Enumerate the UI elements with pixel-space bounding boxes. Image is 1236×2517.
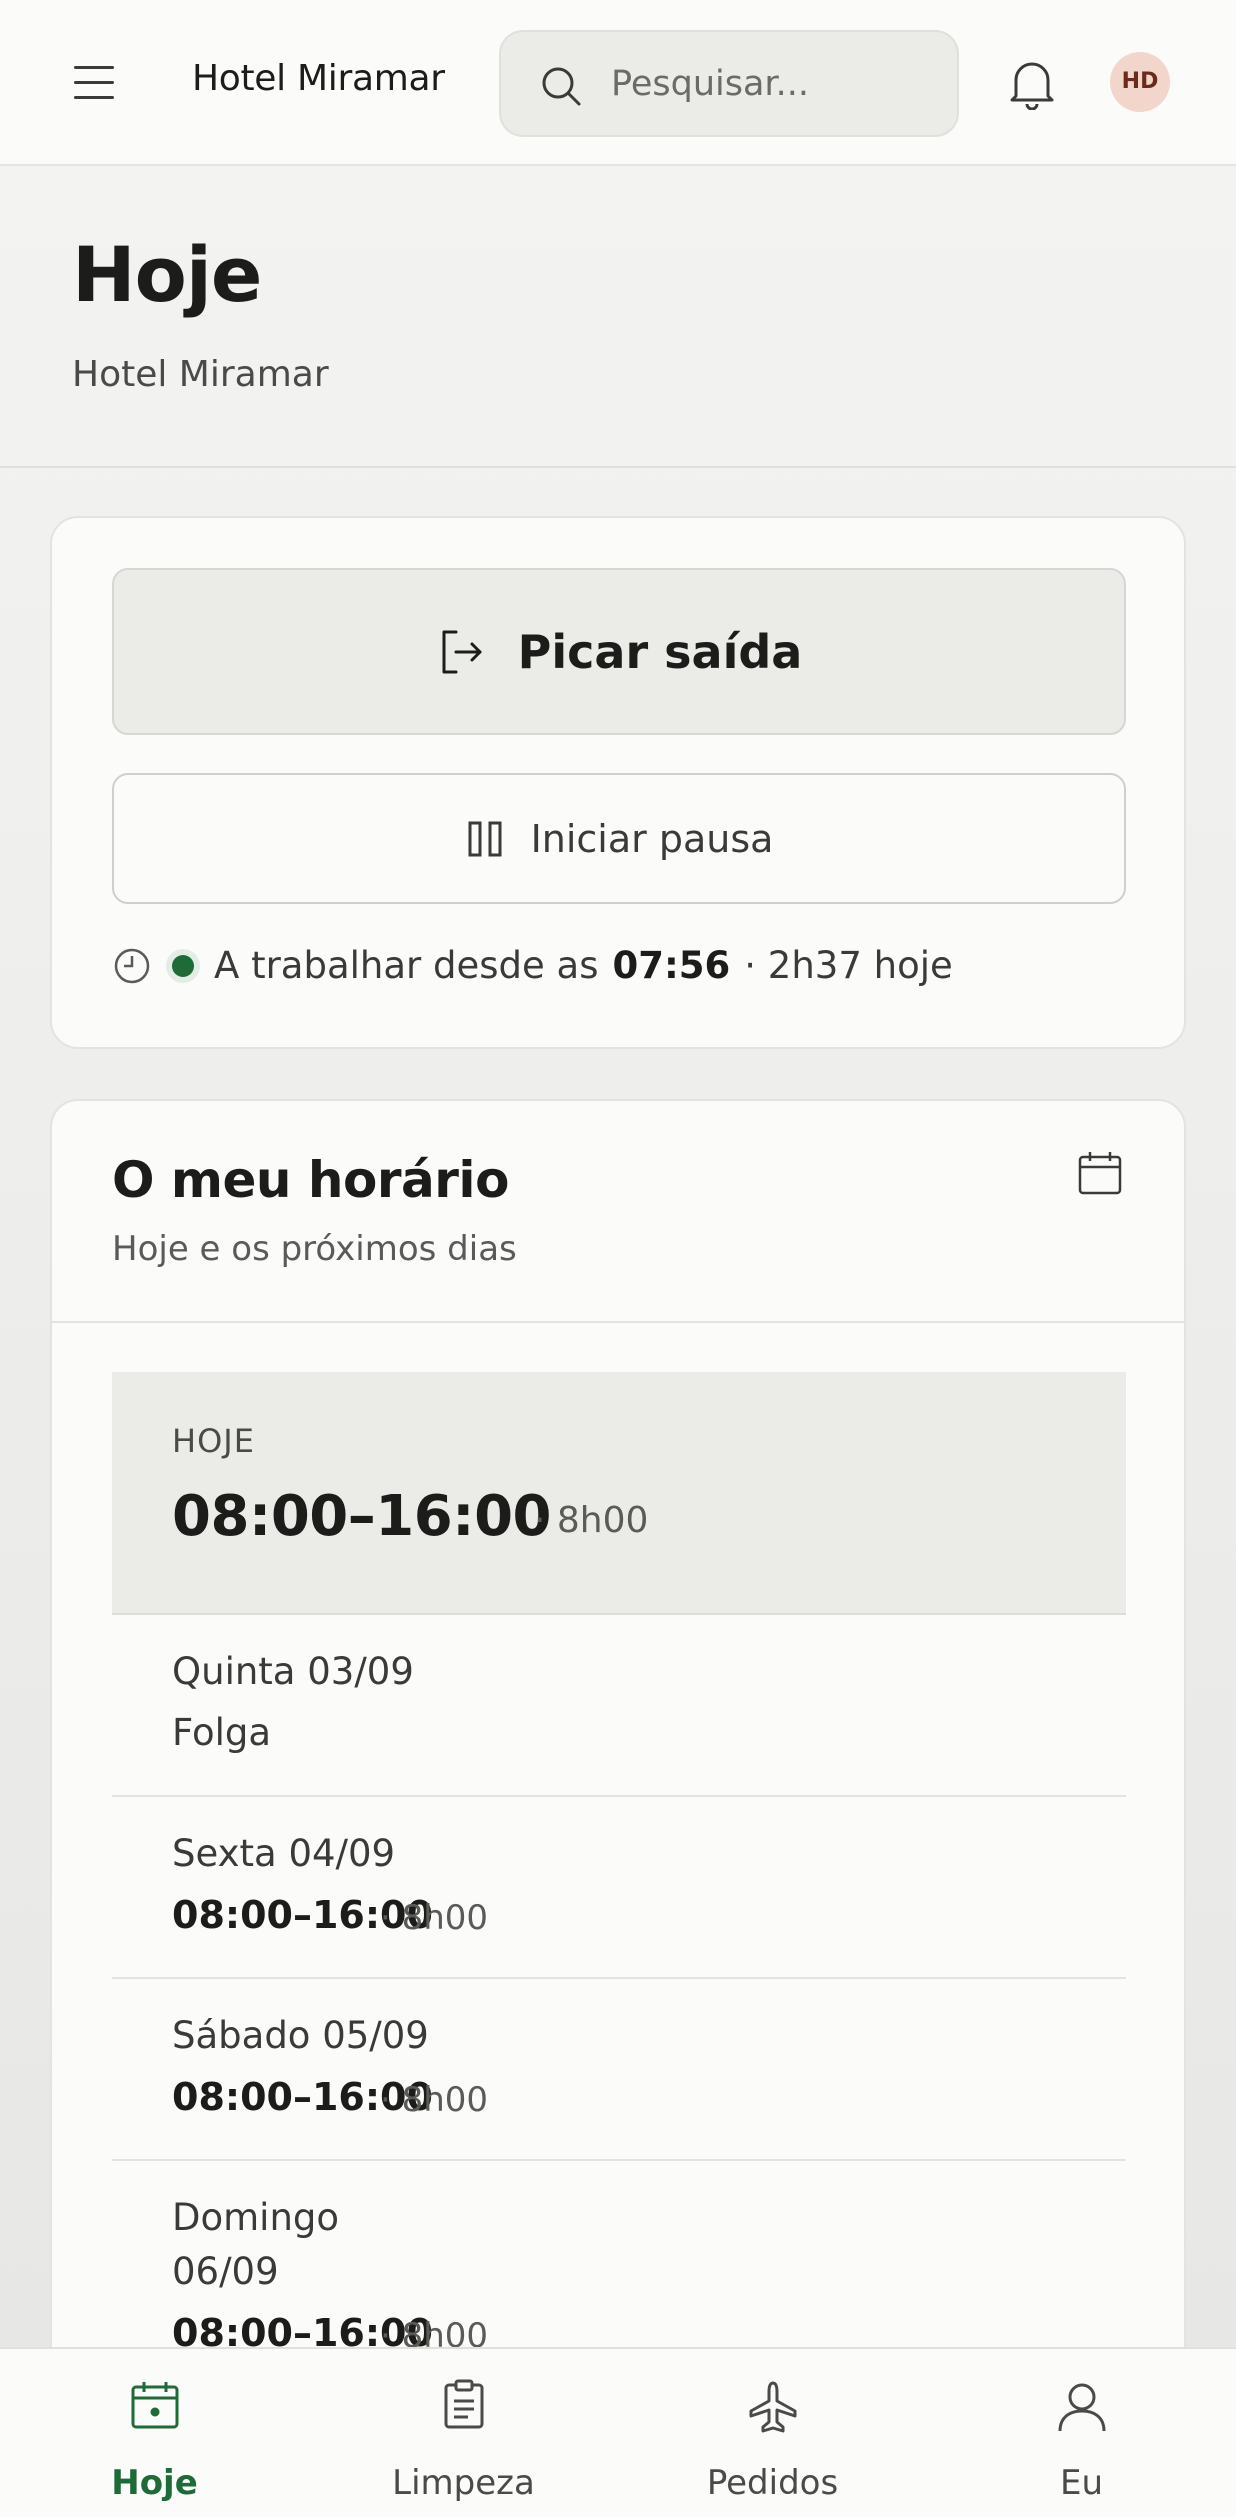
day-name: Sexta 04/09: [172, 1832, 396, 1875]
top-bar: Hotel Miramar Pesquisar... HD: [0, 0, 1236, 166]
schedule-day-row: Sexta 04/09 08:00–16:00 · 8h00: [112, 1797, 1126, 1979]
start-break-button[interactable]: Iniciar pausa: [112, 773, 1126, 904]
nav-label: Hoje: [111, 2463, 198, 2503]
nav-item-requests[interactable]: Pedidos: [618, 2349, 927, 2517]
schedule-today: HOJE 08:00–16:00 · 8h00: [112, 1372, 1126, 1615]
page-title: Hoje: [72, 230, 262, 319]
calendar-icon: [131, 2382, 178, 2429]
clock-card: Picar saída Iniciar pausa A trabalhar de…: [50, 516, 1186, 1049]
nav-label: Eu: [1059, 2463, 1104, 2503]
search-icon: [542, 67, 581, 106]
bell-icon[interactable]: [1003, 58, 1061, 110]
plane-icon: [749, 2381, 796, 2433]
nav-item-cleaning[interactable]: Limpeza: [309, 2349, 618, 2517]
today-label: HOJE: [172, 1422, 255, 1460]
schedule-card: O meu horário Hoje e os próximos dias HO…: [50, 1099, 1186, 2517]
page-header: Hoje Hotel Miramar: [0, 168, 1236, 468]
menu-icon[interactable]: [74, 66, 118, 100]
schedule-day-row: Quinta 03/09 Folga: [112, 1615, 1126, 1797]
hotel-name: Hotel Miramar: [192, 58, 445, 99]
avatar[interactable]: HD: [1110, 52, 1170, 112]
work-status: A trabalhar desde as 07:56 · 2h37 hoje: [112, 944, 953, 987]
user-icon: [1058, 2383, 1105, 2432]
clock-out-label: Picar saída: [517, 624, 803, 679]
day-shift-hours: · 8h00: [380, 2080, 489, 2120]
search-input[interactable]: Pesquisar...: [499, 30, 959, 137]
divider: [52, 1321, 1184, 1323]
day-name: Domingo 06/09: [172, 2191, 339, 2299]
status-time: 07:56: [612, 944, 731, 987]
nav-label: Limpeza: [392, 2463, 535, 2503]
schedule-day-row: Sábado 05/09 08:00–16:00 · 8h00: [112, 1979, 1126, 2161]
page-subtitle: Hotel Miramar: [72, 354, 329, 395]
day-name: Sábado 05/09: [172, 2014, 429, 2057]
nav-item-me[interactable]: Eu: [927, 2349, 1236, 2517]
start-break-label: Iniciar pausa: [530, 816, 774, 861]
day-shift-hours: · 8h00: [380, 1898, 489, 1938]
clock-icon: [114, 948, 150, 983]
status-prefix: A trabalhar desde as: [214, 944, 599, 987]
bottom-nav: Hoje Limpeza Pedidos Eu: [0, 2347, 1236, 2517]
pause-icon: [468, 821, 502, 856]
clock-out-button[interactable]: Picar saída: [112, 568, 1126, 735]
day-name: Quinta 03/09: [172, 1650, 414, 1693]
day-off-label: Folga: [172, 1711, 272, 1754]
schedule-subtitle: Hoje e os próximos dias: [112, 1229, 517, 1269]
nav-label: Pedidos: [706, 2463, 839, 2503]
today-shift-hours: · 8h00: [534, 1500, 649, 1541]
nav-item-today[interactable]: Hoje: [0, 2349, 309, 2517]
calendar-icon[interactable]: [1076, 1149, 1124, 1197]
status-suffix: · 2h37 hoje: [744, 944, 953, 987]
schedule-title: O meu horário: [112, 1151, 509, 1209]
logout-icon: [442, 630, 482, 673]
day-name-line2: 06/09: [172, 2250, 279, 2293]
today-shift-time: 08:00–16:00: [172, 1484, 552, 1549]
status-indicator: [166, 948, 200, 983]
day-name-line1: Domingo: [172, 2196, 340, 2239]
search-placeholder: Pesquisar...: [611, 64, 809, 104]
clipboard-icon: [444, 2379, 483, 2429]
